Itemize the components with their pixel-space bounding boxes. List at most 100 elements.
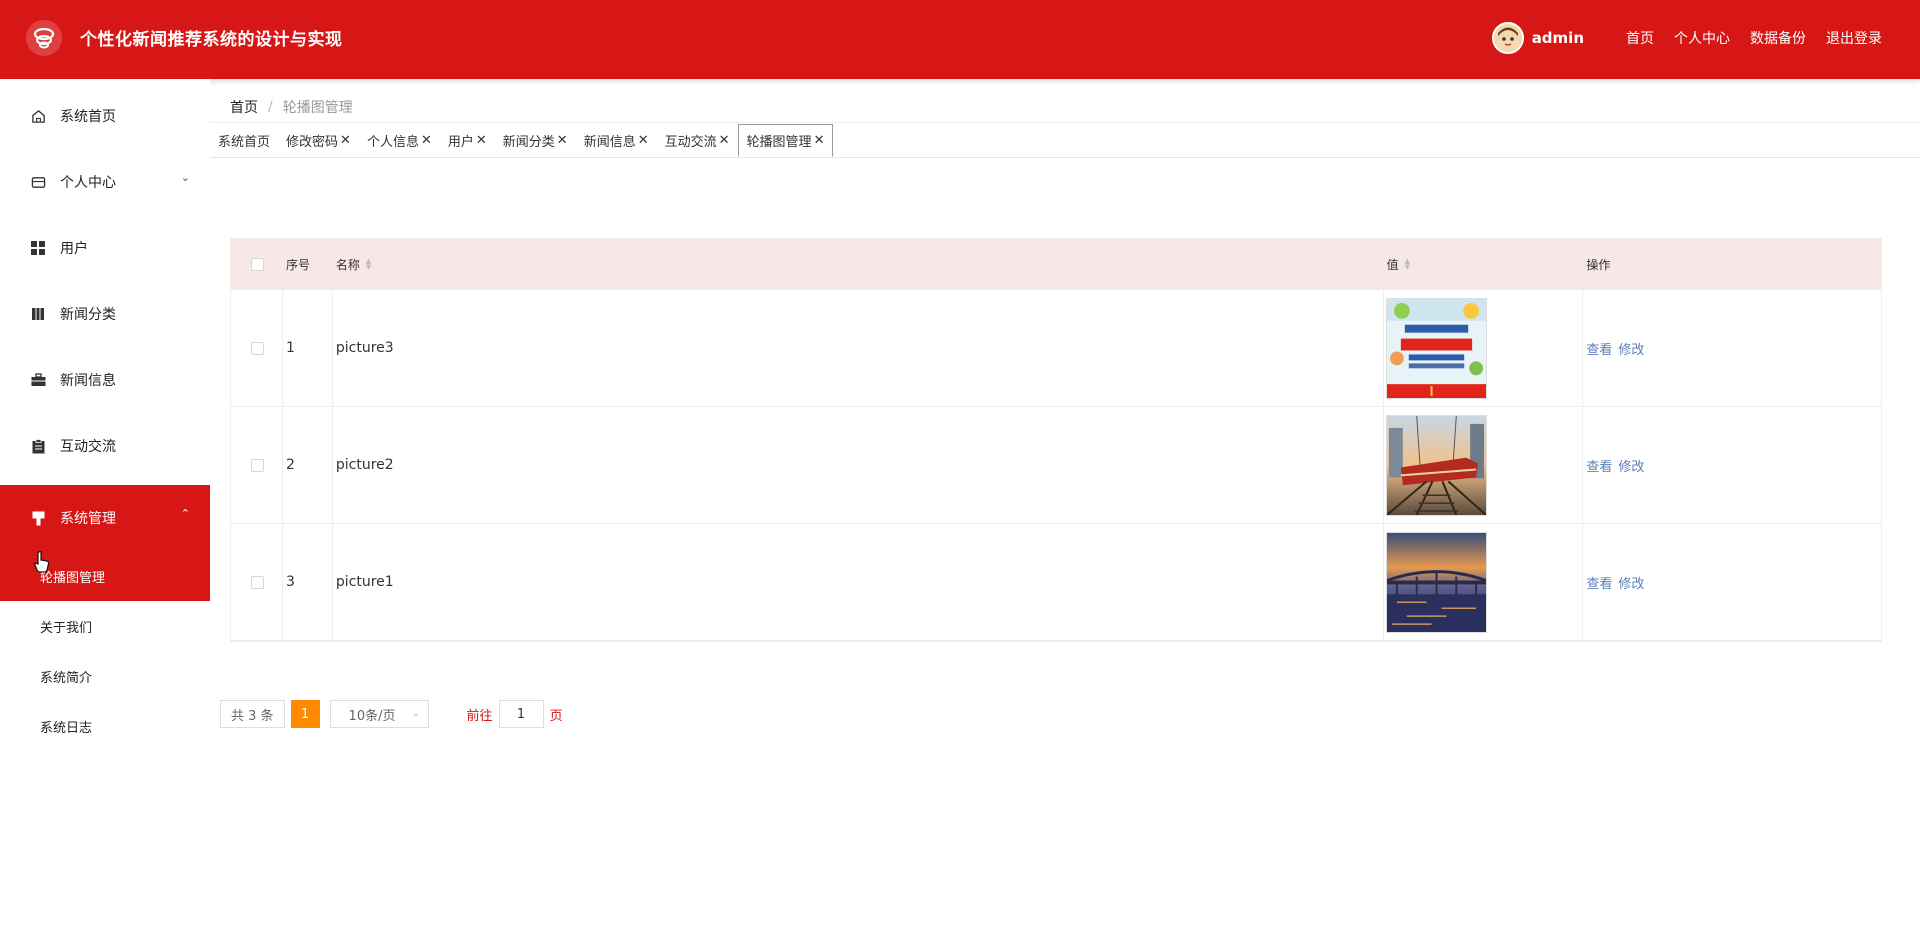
train-image[interactable]	[1385, 414, 1487, 516]
header-actions: 操作	[1583, 239, 1881, 289]
page-number-button[interactable]: 1	[290, 700, 320, 728]
tab-news-info[interactable]: 新闻信息 ✕	[576, 123, 657, 157]
header-index: 序号	[283, 239, 333, 289]
edit-button[interactable]: 修改	[1618, 456, 1644, 475]
sidebar-subitem-carousel[interactable]: 轮播图管理	[0, 551, 210, 601]
mouse-cursor-icon	[34, 550, 50, 577]
header-name-label: 名称	[335, 257, 360, 272]
nav-backup-link[interactable]: 数据备份	[1750, 28, 1806, 48]
sidebar-item-users[interactable]: 用户	[0, 215, 210, 281]
sidebar-subitem-log[interactable]: 系统日志	[0, 701, 210, 751]
close-icon[interactable]: ✕	[719, 133, 730, 148]
goto-page-input[interactable]: 1	[498, 700, 544, 728]
row-name: picture1	[333, 524, 1384, 640]
sidebar-item-label: 新闻分类	[60, 307, 116, 323]
tab-system-home[interactable]: 系统首页	[210, 123, 278, 157]
avatar[interactable]	[1491, 22, 1524, 54]
select-all-checkbox[interactable]	[251, 257, 265, 271]
nav-home-link[interactable]: 首页	[1626, 28, 1654, 48]
row-value	[1384, 290, 1584, 406]
table-row: 2 picture2 查看 修改	[231, 407, 1881, 524]
table-row: 3 picture1 查看 修改	[231, 524, 1881, 641]
header-index-label: 序号	[285, 257, 310, 272]
tab-label: 新闻信息	[583, 134, 636, 150]
view-button[interactable]: 查看	[1586, 339, 1612, 358]
brush-icon	[30, 510, 46, 526]
nav-profile-link[interactable]: 个人中心	[1674, 28, 1730, 48]
chevron-down-icon: ⌄	[412, 709, 420, 719]
sidebar-subitem-label: 系统日志	[40, 720, 93, 736]
row-index: 3	[283, 524, 333, 640]
close-icon[interactable]: ✕	[421, 133, 432, 148]
table-header: 序号 名称 ▲ ▼ 值 ▲ ▼ 操作	[231, 239, 1881, 290]
close-icon[interactable]: ✕	[814, 133, 825, 148]
sidebar-subitem-label: 关于我们	[40, 620, 93, 636]
view-button[interactable]: 查看	[1586, 456, 1612, 475]
tab-label: 用户	[447, 134, 474, 150]
tab-carousel-management[interactable]: 轮播图管理 ✕	[737, 124, 834, 157]
tab-bar: 系统首页 修改密码 ✕ 个人信息 ✕ 用户 ✕ 新闻分类 ✕ 新闻信息 ✕ 互动交流 ✕ 轮…	[210, 122, 1920, 158]
sidebar-item-news-category[interactable]: 新闻分类	[0, 281, 210, 347]
row-checkbox[interactable]	[251, 575, 265, 589]
clipboard-icon	[30, 438, 46, 454]
tab-users[interactable]: 用户 ✕	[440, 123, 495, 157]
close-icon[interactable]: ✕	[340, 133, 351, 148]
row-checkbox[interactable]	[251, 341, 265, 355]
sidebar-item-label: 系统首页	[60, 109, 116, 125]
row-value	[1384, 407, 1584, 523]
sidebar-item-label: 个人中心	[60, 175, 116, 191]
header-name[interactable]: 名称 ▲ ▼	[333, 239, 1384, 289]
book-icon	[30, 306, 46, 322]
sidebar-item-news-info[interactable]: 新闻信息	[0, 347, 210, 413]
sidebar-item-home[interactable]: 系统首页	[0, 83, 210, 149]
sidebar-item-personal-center[interactable]: 个人中心 ⌄	[0, 149, 210, 215]
row-name: picture3	[333, 290, 1384, 406]
sidebar-subitem-label: 系统简介	[40, 670, 93, 686]
chevron-up-icon: ⌃	[180, 507, 190, 520]
header-select-cell	[231, 239, 283, 289]
top-header: 个性化新闻推荐系统的设计与实现 admin 首页 个人中心 数据备份 退出登录	[0, 0, 1920, 79]
row-actions: 查看 修改	[1583, 407, 1881, 523]
carousel-table: 序号 名称 ▲ ▼ 值 ▲ ▼ 操作 1 picture3 查看 修改 2 pi…	[230, 238, 1882, 642]
grid-icon	[30, 240, 46, 256]
sidebar-subitem-intro[interactable]: 系统简介	[0, 651, 210, 701]
tab-personal-info[interactable]: 个人信息 ✕	[359, 123, 440, 157]
sidebar-item-label: 互动交流	[60, 439, 116, 455]
row-actions: 查看 修改	[1583, 524, 1881, 640]
logout-link[interactable]: 退出登录	[1826, 28, 1882, 48]
tab-label: 轮播图管理	[746, 135, 812, 150]
row-index: 1	[283, 290, 333, 406]
header-value-label: 值	[1386, 257, 1399, 272]
sidebar-item-label: 用户	[60, 241, 88, 257]
tab-interaction[interactable]: 互动交流 ✕	[657, 123, 738, 157]
close-icon[interactable]: ✕	[638, 133, 649, 148]
breadcrumb-separator: /	[268, 99, 273, 115]
sidebar-item-system-management[interactable]: 系统管理 ⌃	[0, 485, 210, 551]
page-size-value: 10条/页	[348, 708, 396, 724]
sidebar-item-interaction[interactable]: 互动交流	[0, 413, 210, 479]
header-value[interactable]: 值 ▲ ▼	[1384, 239, 1584, 289]
row-select-cell	[231, 290, 283, 406]
edit-button[interactable]: 修改	[1618, 339, 1644, 358]
tab-change-password[interactable]: 修改密码 ✕	[278, 123, 359, 157]
sort-icon[interactable]: ▲ ▼	[1405, 258, 1410, 271]
row-select-cell	[231, 524, 283, 640]
row-select-cell	[231, 407, 283, 523]
row-checkbox[interactable]	[251, 458, 265, 472]
tab-label: 个人信息	[366, 134, 419, 150]
sort-icon[interactable]: ▲ ▼	[366, 258, 371, 271]
sidebar-subitem-about[interactable]: 关于我们	[0, 601, 210, 651]
page-size-select[interactable]: 10条/页 ⌄	[329, 700, 429, 728]
poster-image[interactable]	[1385, 297, 1487, 399]
bridge-image[interactable]	[1385, 531, 1487, 633]
edit-button[interactable]: 修改	[1618, 573, 1644, 592]
close-icon[interactable]: ✕	[476, 133, 487, 148]
row-name: picture2	[333, 407, 1384, 523]
username[interactable]: admin	[1532, 29, 1584, 47]
tab-news-category[interactable]: 新闻分类 ✕	[495, 123, 576, 157]
table-row: 1 picture3 查看 修改	[231, 290, 1881, 407]
view-button[interactable]: 查看	[1586, 573, 1612, 592]
tab-label: 新闻分类	[502, 134, 555, 150]
breadcrumb-home[interactable]: 首页	[230, 97, 258, 117]
close-icon[interactable]: ✕	[557, 133, 568, 148]
